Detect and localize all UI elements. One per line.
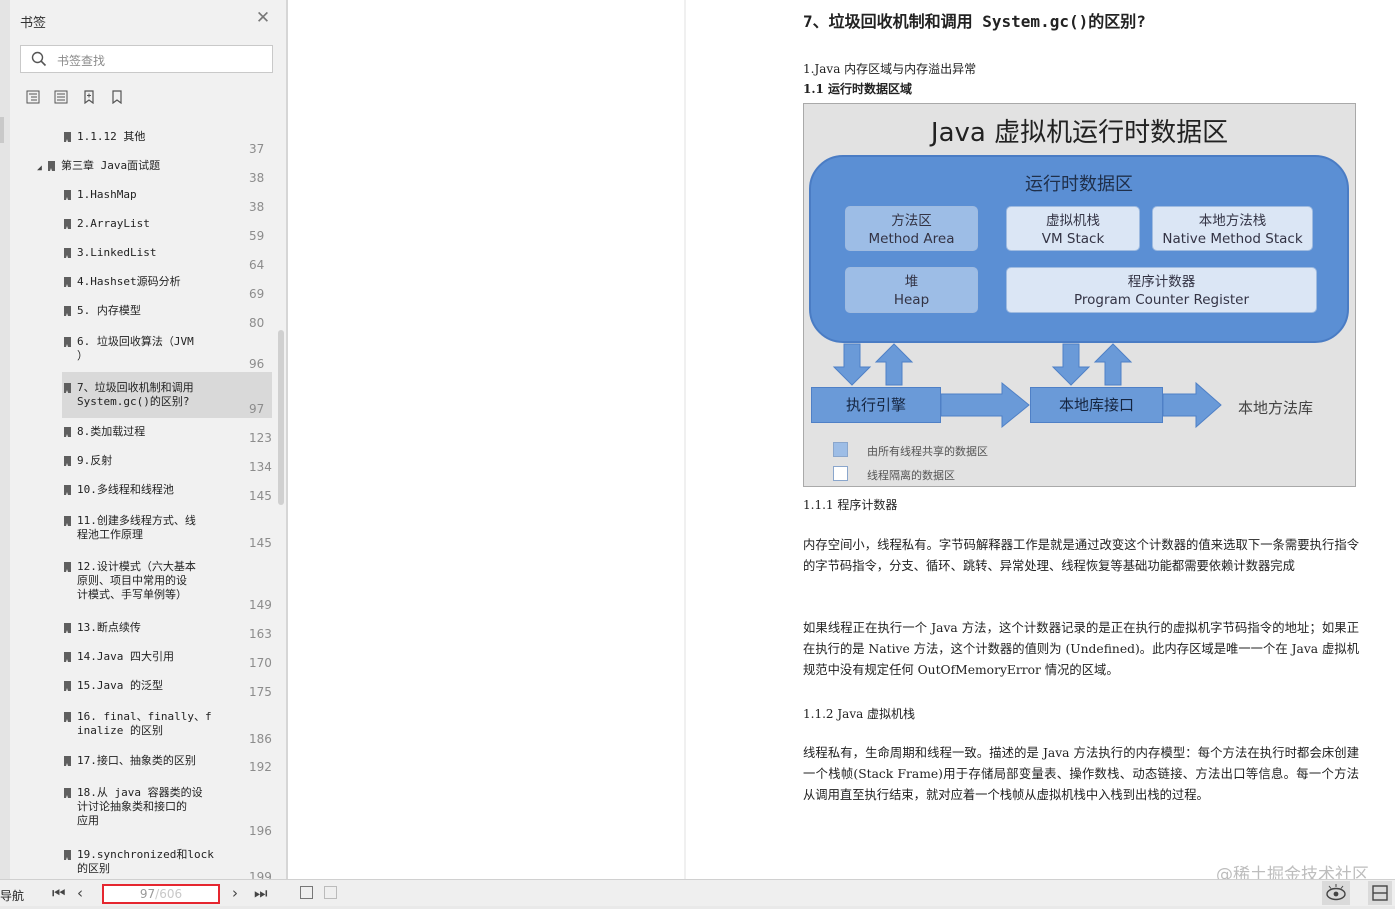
prev-page-icon[interactable]: ‹ <box>77 885 83 901</box>
bookmark-flag-icon <box>64 788 71 798</box>
bookmark-flag-icon <box>64 337 71 347</box>
search-placeholder: 书签查找 <box>57 54 106 68</box>
paragraph: 如果线程正在执行一个 Java 方法，这个计数器记录的是正在执行的虚拟机字节码指… <box>803 621 1359 677</box>
bookmark-search-input[interactable]: 书签查找 <box>20 45 273 73</box>
paragraph: 线程私有，生命周期和线程一致。描述的是 Java 方法执行的内存模型：每个方法在… <box>803 746 1359 802</box>
bookmark-flag-icon <box>64 850 71 860</box>
section-heading: 1.Java 内存区域与内存溢出异常 <box>803 62 977 76</box>
bookmark-item[interactable]: 14.Java 四大引用 170 <box>10 650 272 670</box>
bookmark-flag-icon <box>64 485 71 495</box>
native-interface-box: 本地库接口 <box>1030 387 1163 423</box>
bookmark-item[interactable]: 2.ArrayList 59 <box>10 217 272 243</box>
collapse-triangle-icon[interactable]: ◢ <box>37 161 42 175</box>
bookmark-flag-icon <box>48 161 55 171</box>
search-icon <box>31 51 47 67</box>
subsection-heading: 1.1 运行时数据区域 <box>803 82 913 96</box>
legend-shared-swatch <box>833 442 848 457</box>
bookmark-flag-icon <box>64 623 71 633</box>
bookmark-item[interactable]: 8.类加载过程 123 <box>10 425 272 445</box>
bookmark-flag-icon <box>64 277 71 287</box>
bookmark-item[interactable]: 19.synchronized和lock 的区别 199 <box>10 848 272 879</box>
bookmark-item[interactable]: 16. final、finally、f inalize 的区别 186 <box>10 710 272 746</box>
eye-protection-button[interactable] <box>1322 881 1350 905</box>
sidebar-title: 书签 <box>20 16 47 31</box>
bookmark-flag-icon <box>64 681 71 691</box>
expand-all-icon[interactable] <box>26 90 40 104</box>
bookmark-flag-icon <box>64 132 71 142</box>
bookmark-item[interactable]: 1.HashMap 38 <box>10 188 272 214</box>
total-pages: /606 <box>155 887 183 901</box>
bookmark-item-chapter3[interactable]: ◢ 第三章 Java面试题 38 <box>10 159 272 185</box>
legend-private-label: 线程隔离的数据区 <box>867 469 955 482</box>
flow-arrows <box>832 343 1222 429</box>
bookmark-item[interactable]: 3.LinkedList 64 <box>10 246 272 272</box>
page-heading: 7、垃圾回收机制和调用 System.gc()的区别? <box>803 12 1146 31</box>
bookmark-item-selected[interactable]: 7、垃圾回收机制和调用 System.gc()的区别? 97 <box>62 372 272 418</box>
bookmark-item[interactable]: 15.Java 的泛型 175 <box>10 679 272 699</box>
subsection-heading-vm-stack: 1.1.2 Java 虚拟机栈 <box>803 707 916 721</box>
bookmark-item[interactable]: 9.反射 134 <box>10 454 272 474</box>
jvm-runtime-diagram: Java 虚拟机运行时数据区 运行时数据区 方法区 Method Area 虚拟… <box>803 103 1356 487</box>
page-gutter <box>684 0 686 879</box>
bookmark-item[interactable]: 1.1.12 其他 37 <box>10 130 272 156</box>
next-page-icon[interactable]: › <box>232 885 238 901</box>
bookmark-flag-icon <box>64 219 71 229</box>
first-page-icon[interactable]: ⏮ <box>52 885 66 901</box>
bookmark-flag-icon <box>64 427 71 437</box>
bookmark-flag-icon <box>64 562 71 572</box>
bookmark-icon[interactable] <box>110 90 124 104</box>
current-page: 97 <box>139 887 156 901</box>
legend-shared-label: 由所有线程共享的数据区 <box>867 445 988 458</box>
two-page-view-icon[interactable] <box>324 886 337 899</box>
native-library-label: 本地方法库 <box>1238 399 1314 417</box>
bookmark-item[interactable]: 6. 垃圾回收算法（JVM ） 96 <box>10 335 272 371</box>
legend-private-swatch <box>833 466 848 481</box>
add-bookmark-icon[interactable] <box>82 90 96 104</box>
execution-engine-box: 执行引擎 <box>811 387 941 423</box>
previous-page-blank <box>288 0 684 879</box>
bookmark-flag-icon <box>64 383 71 393</box>
bookmark-item[interactable]: 4.Hashset源码分析 69 <box>10 275 272 301</box>
bookmark-flag-icon <box>64 516 71 526</box>
bookmark-item[interactable]: 5. 内存模型 80 <box>10 304 272 330</box>
layout-button[interactable] <box>1368 881 1392 905</box>
bookmark-flag-icon <box>64 306 71 316</box>
bookmark-flag-icon <box>64 756 71 766</box>
bookmark-flag-icon <box>64 456 71 466</box>
status-bar: 导航 ⏮ ‹ 97/606 › ⏭ <box>0 879 1395 906</box>
close-icon[interactable]: ✕ <box>255 10 271 27</box>
subsection-heading-pc: 1.1.1 程序计数器 <box>803 498 898 512</box>
bookmark-item[interactable]: 13.断点续传 163 <box>10 621 272 641</box>
document-view[interactable]: 7、垃圾回收机制和调用 System.gc()的区别? 1.Java 内存区域与… <box>288 0 1395 885</box>
bookmark-item[interactable]: 18.从 java 容器类的设 计讨论抽象类和接口的 应用 196 <box>10 786 272 838</box>
last-page-icon[interactable]: ⏭ <box>254 885 268 901</box>
navigation-label[interactable]: 导航 <box>0 887 24 904</box>
collapse-all-icon[interactable] <box>54 90 68 104</box>
bookmark-flag-icon <box>64 190 71 200</box>
panel-tab[interactable] <box>0 117 4 143</box>
bookmark-flag-icon <box>64 712 71 722</box>
eye-icon <box>1326 884 1346 901</box>
bookmark-flag-icon <box>64 248 71 258</box>
paragraph: 内存空间小，线程私有。字节码解释器工作是就是通过改变这个计数器的值来选取下一条需… <box>803 538 1359 573</box>
bookmark-item[interactable]: 17.接口、抽象类的区别 192 <box>10 754 272 774</box>
bookmark-flag-icon <box>64 652 71 662</box>
bookmark-item[interactable]: 12.设计模式（六大基本 原则、项目中常用的设 计模式、手写单例等） 149 <box>10 560 272 612</box>
page-number-input[interactable]: 97/606 <box>102 884 220 904</box>
single-page-view-icon[interactable] <box>300 886 313 899</box>
bookmark-item[interactable]: 10.多线程和线程池 145 <box>10 483 272 503</box>
bookmark-item[interactable]: 11.创建多线程方式、线 程池工作原理 145 <box>10 514 272 550</box>
bookmark-sidebar: 书签 ✕ 书签查找 1.1.12 其他 37 ◢ 第三章 Java面试题 38 … <box>10 0 288 879</box>
sidebar-scrollbar[interactable] <box>278 330 284 505</box>
bookmark-toolbar <box>26 90 124 104</box>
layout-icon <box>1372 885 1388 901</box>
